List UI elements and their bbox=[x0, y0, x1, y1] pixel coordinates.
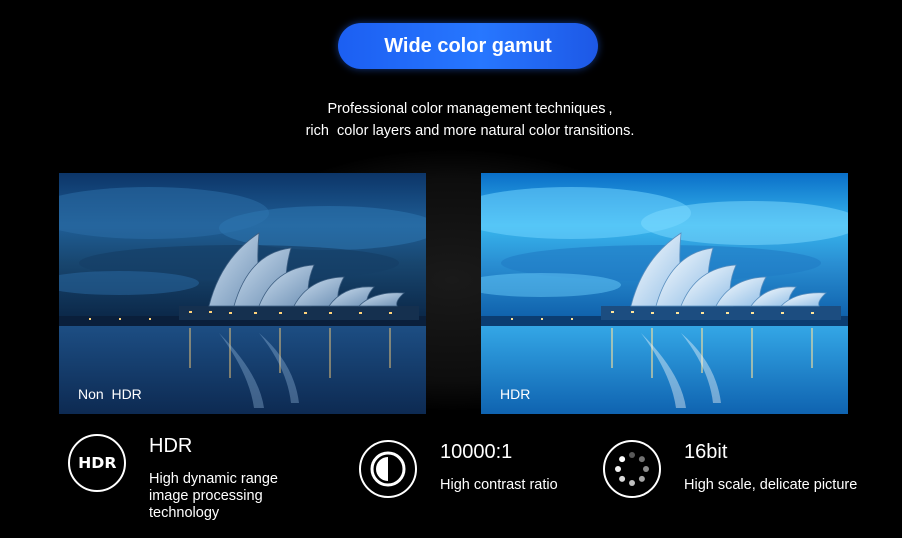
feature-hdr-subtitle-line: image processing bbox=[149, 488, 263, 504]
non-hdr-label: Non HDR bbox=[78, 386, 142, 402]
hdr-label: HDR bbox=[500, 386, 531, 402]
feature-hdr-subtitle-line: High dynamic range bbox=[149, 471, 278, 487]
description-line-2: rich color layers and more natural color… bbox=[305, 123, 635, 139]
loading-dots-glyph bbox=[615, 452, 649, 486]
loading-dots-icon bbox=[603, 440, 661, 498]
contrast-icon bbox=[359, 440, 417, 498]
feature-contrast-subtitle: High contrast ratio bbox=[440, 477, 558, 493]
feature-bitdepth-subtitle: High scale, delicate picture bbox=[684, 477, 858, 493]
feature-bitdepth-title: 16bit bbox=[684, 441, 728, 463]
non-hdr-photo: Non HDR bbox=[59, 173, 426, 414]
hdr-badge-text: HDR bbox=[77, 454, 117, 472]
section-title-pill: Wide color gamut bbox=[338, 23, 598, 69]
description: Professional color management techniques… bbox=[200, 98, 740, 142]
description-line-1: Professional color management techniques… bbox=[327, 101, 613, 117]
hdr-photo: HDR bbox=[481, 173, 848, 414]
feature-hdr-subtitle: High dynamic range image processing tech… bbox=[149, 471, 278, 522]
section-title: Wide color gamut bbox=[384, 34, 552, 57]
contrast-icon-glyph bbox=[370, 451, 406, 487]
feature-hdr-subtitle-line: technology bbox=[149, 505, 220, 521]
hdr-badge-icon: HDR bbox=[68, 434, 126, 492]
feature-contrast-title: 10000:1 bbox=[440, 441, 513, 463]
feature-hdr-title: HDR bbox=[149, 435, 193, 457]
